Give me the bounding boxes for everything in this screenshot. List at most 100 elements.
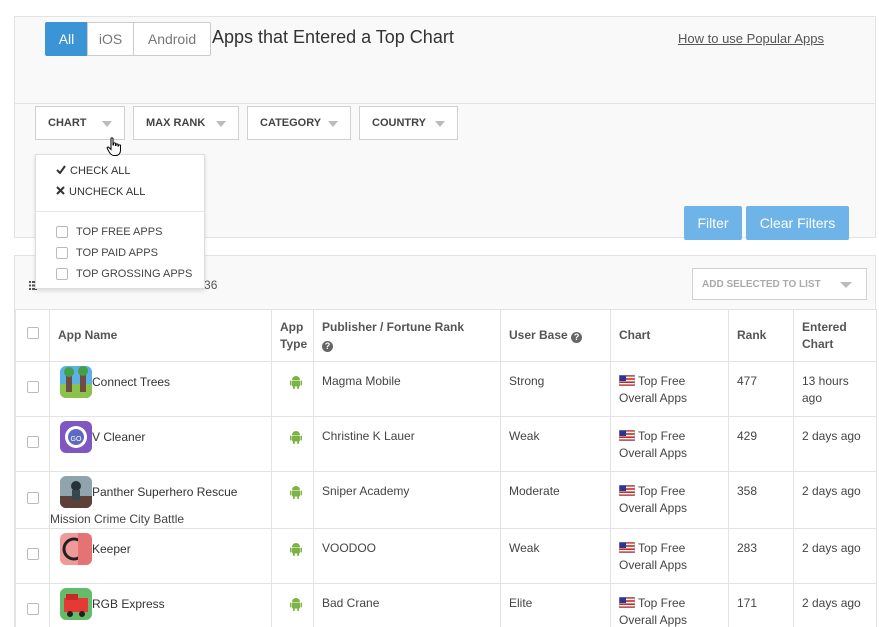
col-entered-chart[interactable]: Entered Chart <box>793 309 877 362</box>
checkbox[interactable] <box>56 226 68 238</box>
app-name-cell[interactable]: Panther Superhero Rescue Mission Crime Ci… <box>49 471 272 529</box>
app-name[interactable]: Panther Superhero Rescue <box>92 478 263 501</box>
chart-line1: Top Free <box>638 541 686 555</box>
col-publisher-label: Publisher / Fortune Rank <box>322 320 465 334</box>
user-base-cell: Weak <box>500 528 611 584</box>
app-name-cell[interactable]: Connect Trees <box>49 361 272 417</box>
checkbox[interactable] <box>56 247 68 259</box>
table-row[interactable]: Connect Trees Magma Mobile Strong Top Free O… <box>15 361 877 417</box>
entered-chart-cell: 2 days ago <box>793 471 877 529</box>
category-dropdown[interactable]: CATEGORY <box>247 106 351 140</box>
app-name-continued[interactable]: Mission Crime City Battle <box>50 511 263 528</box>
chart-dropdown-label: CHART <box>48 117 87 129</box>
publisher-cell[interactable]: Sniper Academy <box>313 471 501 529</box>
chart-cell: Top Free Overall Apps <box>610 471 729 529</box>
app-name[interactable]: Keeper <box>92 535 263 558</box>
row-checkbox[interactable] <box>26 602 39 615</box>
filter-button[interactable]: Filter <box>684 206 742 240</box>
tab-ios[interactable]: iOS <box>87 22 134 56</box>
app-type-cell <box>271 416 314 472</box>
select-all-checkbox[interactable] <box>26 327 39 339</box>
app-name-cell[interactable]: RGB Express <box>49 583 272 627</box>
chevron-down-icon <box>435 121 445 127</box>
option-top-free-apps[interactable]: TOP FREE APPS <box>56 226 162 238</box>
table-row[interactable]: RGB Express Bad Crane Elite Top Free Overall… <box>15 583 877 627</box>
chevron-down-icon <box>328 121 338 127</box>
app-name[interactable]: V Cleaner <box>92 423 263 446</box>
table-row[interactable]: Keeper VOODOO Weak Top Free Overall Apps 283 2… <box>15 528 877 584</box>
android-icon <box>280 375 305 389</box>
add-to-list-select[interactable]: ADD SELECTED TO LIST <box>692 268 867 300</box>
us-flag-icon <box>619 374 638 388</box>
publisher-cell[interactable]: Christine K Lauer <box>313 416 501 472</box>
publisher-cell[interactable]: Magma Mobile <box>313 361 501 417</box>
user-base-cell: Strong <box>500 361 611 417</box>
row-checkbox[interactable] <box>26 435 39 448</box>
publisher-cell[interactable]: Bad Crane <box>313 583 501 627</box>
checkmark-icon <box>56 165 66 177</box>
option-top-paid-apps[interactable]: TOP PAID APPS <box>56 247 158 259</box>
row-checkbox[interactable] <box>26 380 39 393</box>
add-to-list-label: ADD SELECTED TO LIST <box>702 278 821 290</box>
android-icon <box>280 542 305 556</box>
app-icon: GO <box>60 421 92 453</box>
col-app-type[interactable]: App Type <box>271 309 314 362</box>
chart-cell: Top Free Overall Apps <box>610 583 729 627</box>
table-row[interactable]: GO V Cleaner Christine K Lauer Weak Top Free… <box>15 416 877 472</box>
chevron-down-icon <box>102 121 112 127</box>
option-label: TOP FREE APPS <box>76 226 163 238</box>
chevron-down-icon <box>216 121 226 127</box>
col-rank[interactable]: Rank <box>728 309 794 362</box>
row-checkbox[interactable] <box>26 547 39 560</box>
row-select-cell <box>15 583 50 627</box>
checkbox[interactable] <box>56 268 68 280</box>
publisher-cell[interactable]: VOODOO <box>313 528 501 584</box>
user-base-cell: Elite <box>500 583 611 627</box>
user-base-cell: Weak <box>500 416 611 472</box>
apps-table: App Name App Type Publisher / Fortune Ran… <box>15 309 877 627</box>
max-rank-dropdown-label: MAX RANK <box>146 117 206 129</box>
country-dropdown[interactable]: COUNTRY <box>359 106 458 140</box>
app-name-cell[interactable]: Keeper <box>49 528 272 584</box>
option-label: TOP PAID APPS <box>76 247 158 259</box>
option-top-grossing-apps[interactable]: TOP GROSSING APPS <box>56 268 192 280</box>
entered-chart-cell: 2 days ago <box>793 528 877 584</box>
app-name[interactable]: RGB Express <box>92 590 263 613</box>
app-name[interactable]: Connect Trees <box>92 368 263 391</box>
tab-android[interactable]: Android <box>133 22 211 56</box>
tab-all[interactable]: All <box>45 22 88 56</box>
col-app-name[interactable]: App Name <box>49 309 272 362</box>
rank-cell: 477 <box>728 361 794 417</box>
help-link[interactable]: How to use Popular Apps <box>678 31 824 46</box>
app-name-cell[interactable]: GO V Cleaner <box>49 416 272 472</box>
row-select-cell <box>15 361 50 417</box>
entered-chart-cell: 13 hours ago <box>793 361 877 417</box>
check-all-option[interactable]: CHECK ALL <box>56 165 131 177</box>
check-all-label: CHECK ALL <box>70 165 131 177</box>
col-publisher[interactable]: Publisher / Fortune Rank? <box>313 309 501 362</box>
max-rank-dropdown[interactable]: MAX RANK <box>133 106 239 140</box>
chart-cell: Top Free Overall Apps <box>610 528 729 584</box>
app-icon <box>60 533 92 565</box>
chart-line2: Overall Apps <box>619 558 688 572</box>
close-icon <box>56 186 65 198</box>
rank-cell: 171 <box>728 583 794 627</box>
clear-filters-button[interactable]: Clear Filters <box>746 206 849 240</box>
help-icon[interactable]: ? <box>571 332 583 343</box>
panel-divider <box>15 103 875 104</box>
uncheck-all-option[interactable]: UNCHECK ALL <box>56 186 145 198</box>
table-row[interactable]: Panther Superhero Rescue Mission Crime Ci… <box>15 471 877 529</box>
chevron-down-icon <box>840 282 852 288</box>
entered-chart-cell: 2 days ago <box>793 583 877 627</box>
row-checkbox[interactable] <box>26 491 39 504</box>
entered-chart-cell: 2 days ago <box>793 416 877 472</box>
category-dropdown-label: CATEGORY <box>260 117 322 129</box>
rank-cell: 429 <box>728 416 794 472</box>
col-chart[interactable]: Chart <box>610 309 729 362</box>
us-flag-icon <box>619 541 638 555</box>
col-entered-line2: Chart <box>802 337 834 351</box>
chart-dropdown[interactable]: CHART <box>35 106 125 140</box>
chart-line2: Overall Apps <box>619 446 688 460</box>
help-icon[interactable]: ? <box>322 341 333 352</box>
col-user-base[interactable]: User Base ? <box>500 309 611 362</box>
